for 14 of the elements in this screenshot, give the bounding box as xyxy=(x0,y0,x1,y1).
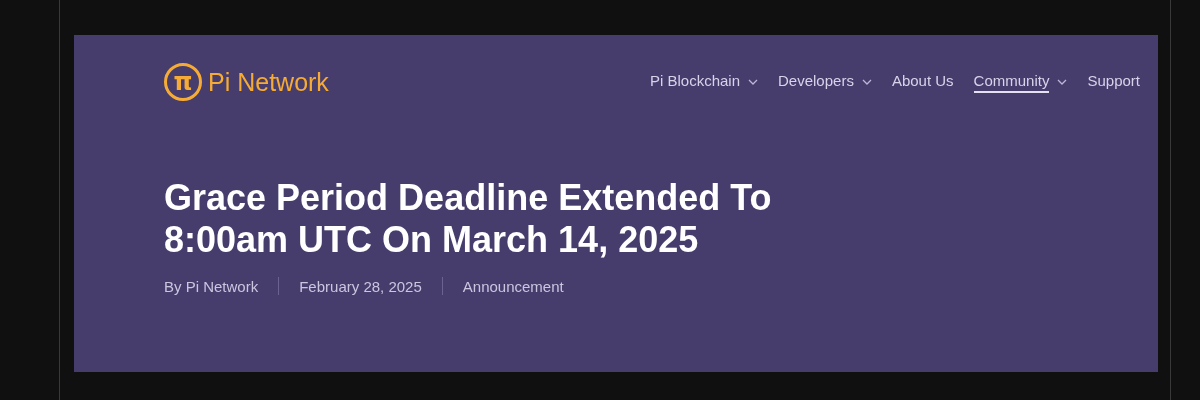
chevron-down-icon[interactable] xyxy=(1057,79,1068,85)
chevron-down-icon[interactable] xyxy=(748,79,758,85)
nav-link[interactable]: Community xyxy=(973,71,1050,93)
nav-link[interactable]: Pi Blockchain xyxy=(649,71,740,93)
meta-text: Announcement xyxy=(462,277,564,295)
meta-text: By Pi Network xyxy=(164,277,259,295)
chevron-down-icon[interactable] xyxy=(861,79,872,85)
nav-link[interactable]: Developers xyxy=(778,71,854,93)
nav-link[interactable]: About Us xyxy=(891,71,954,93)
meta-text: February 28, 2025 xyxy=(299,277,422,295)
article-title: Grace Period Deadline Extended To 8:00am UTC On March 14, 2025 xyxy=(164,177,773,261)
logo-icon[interactable]: π xyxy=(164,63,202,101)
logo-text[interactable]: Pi Network xyxy=(208,67,329,97)
nav-link[interactable]: Support xyxy=(1087,71,1140,93)
